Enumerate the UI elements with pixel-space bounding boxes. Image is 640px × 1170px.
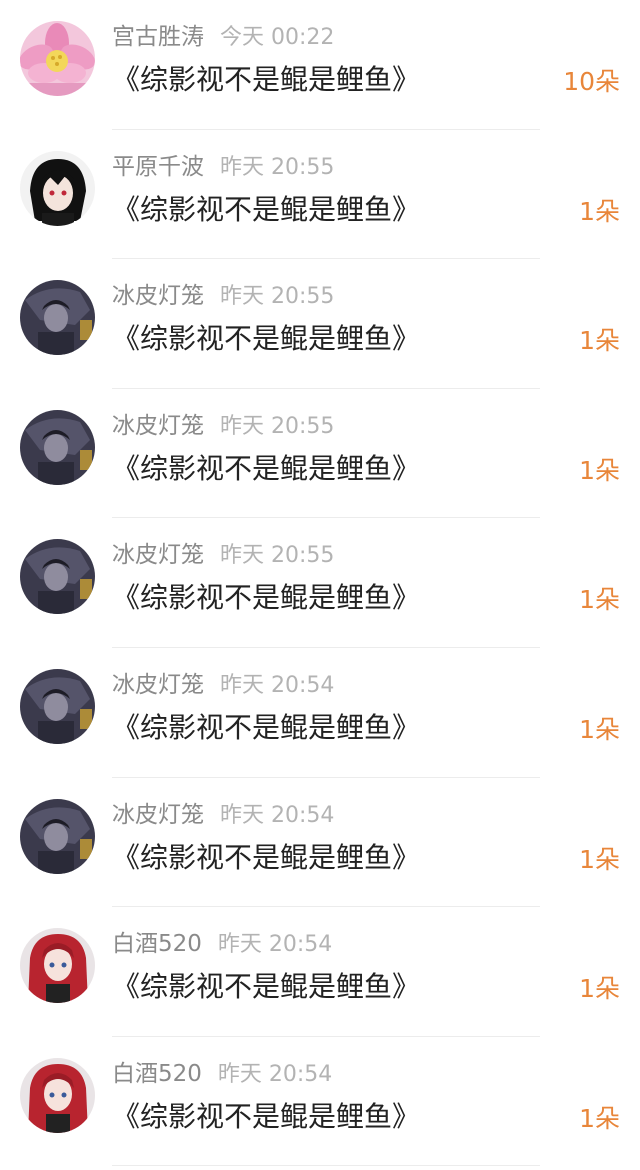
- timestamp: 昨天 20:55: [220, 543, 335, 569]
- gift-record-list: 宫古胜涛 今天 00:22 《综影视不是鲲是鲤鱼》 10朵 平原千波 昨天 20:5…: [0, 0, 640, 1167]
- timestamp: 昨天 20:54: [220, 672, 335, 698]
- avatar[interactable]: [20, 1057, 95, 1133]
- avatar[interactable]: [20, 539, 95, 615]
- book-title[interactable]: 《综影视不是鲲是鲤鱼》: [112, 60, 420, 100]
- avatar[interactable]: [20, 150, 95, 226]
- book-title[interactable]: 《综影视不是鲲是鲤鱼》: [112, 319, 420, 359]
- user-name[interactable]: 平原千波: [112, 154, 204, 180]
- book-title[interactable]: 《综影视不是鲲是鲤鱼》: [112, 449, 420, 489]
- lotus-flower-icon: [20, 21, 95, 96]
- list-item[interactable]: 冰皮灯笼 昨天 20:55 《综影视不是鲲是鲤鱼》 1朵: [0, 259, 640, 389]
- anime-dark-character-icon: [20, 668, 95, 744]
- user-name[interactable]: 冰皮灯笼: [112, 283, 204, 309]
- flower-count: 1朵: [579, 714, 620, 744]
- avatar[interactable]: [20, 409, 95, 485]
- timestamp: 昨天 20:55: [220, 284, 335, 310]
- flower-count: 1朵: [579, 326, 620, 356]
- user-name[interactable]: 冰皮灯笼: [112, 542, 204, 568]
- flower-count: 1朵: [579, 585, 620, 615]
- user-name[interactable]: 白酒520: [112, 931, 202, 957]
- flower-count: 1朵: [579, 455, 620, 485]
- timestamp: 昨天 20:54: [220, 802, 335, 828]
- book-title[interactable]: 《综影视不是鲲是鲤鱼》: [112, 708, 420, 748]
- list-item[interactable]: 宫古胜涛 今天 00:22 《综影视不是鲲是鲤鱼》 10朵: [0, 0, 640, 130]
- book-title[interactable]: 《综影视不是鲲是鲤鱼》: [112, 838, 420, 878]
- flower-count: 1朵: [579, 974, 620, 1004]
- book-title[interactable]: 《综影视不是鲲是鲤鱼》: [112, 190, 420, 230]
- list-item[interactable]: 冰皮灯笼 昨天 20:55 《综影视不是鲲是鲤鱼》 1朵: [0, 389, 640, 519]
- book-title[interactable]: 《综影视不是鲲是鲤鱼》: [112, 1097, 420, 1137]
- timestamp: 昨天 20:54: [217, 1061, 333, 1087]
- flower-count: 1朵: [579, 1103, 620, 1133]
- list-item[interactable]: 白酒520 昨天 20:54 《综影视不是鲲是鲤鱼》 1朵: [0, 1037, 640, 1167]
- anime-dark-character-icon: [20, 539, 95, 615]
- flower-count: 1朵: [579, 196, 620, 226]
- flower-count: 10朵: [563, 67, 620, 96]
- anime-dark-character-icon: [20, 409, 95, 485]
- user-name[interactable]: 冰皮灯笼: [112, 672, 204, 698]
- book-title[interactable]: 《综影视不是鲲是鲤鱼》: [112, 578, 420, 618]
- book-title[interactable]: 《综影视不是鲲是鲤鱼》: [112, 967, 420, 1007]
- anime-red-hair-girl-icon: [20, 1057, 95, 1133]
- list-item[interactable]: 平原千波 昨天 20:55 《综影视不是鲲是鲤鱼》 1朵: [0, 130, 640, 260]
- anime-red-hair-girl-icon: [20, 928, 95, 1004]
- timestamp: 今天 00:22: [220, 25, 335, 50]
- list-item[interactable]: 白酒520 昨天 20:54 《综影视不是鲲是鲤鱼》 1朵: [0, 907, 640, 1037]
- divider: [112, 1165, 540, 1167]
- avatar[interactable]: [20, 798, 95, 874]
- user-name[interactable]: 白酒520: [112, 1061, 202, 1087]
- avatar[interactable]: [20, 928, 95, 1004]
- anime-boy-icon: [20, 150, 95, 226]
- avatar[interactable]: [20, 280, 95, 356]
- user-name[interactable]: 宫古胜涛: [112, 24, 204, 50]
- avatar[interactable]: [20, 668, 95, 744]
- anime-dark-character-icon: [20, 798, 95, 874]
- user-name[interactable]: 冰皮灯笼: [112, 413, 204, 439]
- avatar[interactable]: [20, 21, 95, 96]
- user-name[interactable]: 冰皮灯笼: [112, 802, 204, 828]
- list-item[interactable]: 冰皮灯笼 昨天 20:55 《综影视不是鲲是鲤鱼》 1朵: [0, 518, 640, 648]
- list-item[interactable]: 冰皮灯笼 昨天 20:54 《综影视不是鲲是鲤鱼》 1朵: [0, 648, 640, 778]
- anime-dark-character-icon: [20, 280, 95, 356]
- timestamp: 昨天 20:54: [217, 932, 333, 958]
- list-item[interactable]: 冰皮灯笼 昨天 20:54 《综影视不是鲲是鲤鱼》 1朵: [0, 778, 640, 908]
- flower-count: 1朵: [579, 844, 620, 874]
- timestamp: 昨天 20:55: [220, 154, 335, 180]
- timestamp: 昨天 20:55: [220, 413, 335, 439]
